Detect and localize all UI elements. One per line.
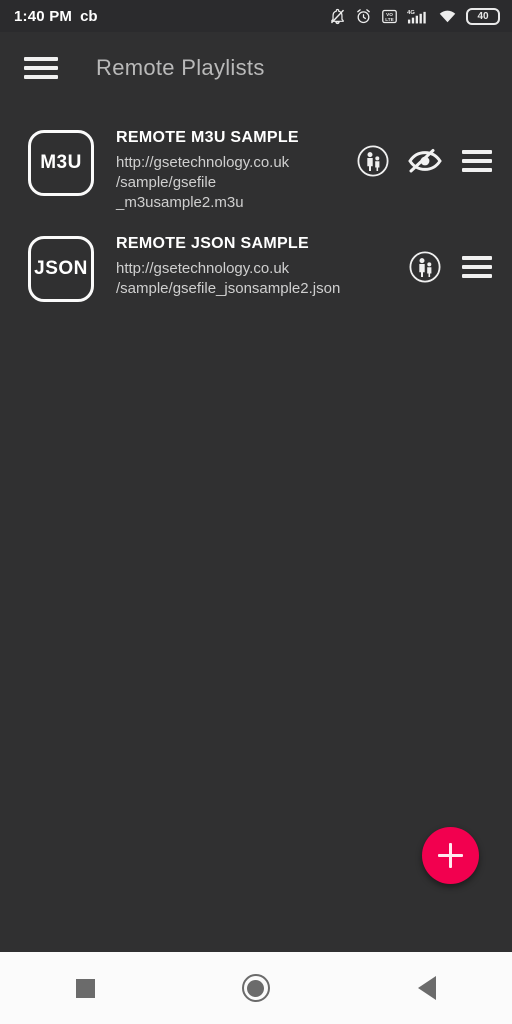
signal-4g-icon: 4G <box>407 8 429 25</box>
recents-square-icon[interactable] <box>50 963 120 1013</box>
status-bar-left: 1:40 PM cb <box>14 8 98 25</box>
row-menu-line-3 <box>462 168 492 172</box>
page-title: Remote Playlists <box>96 55 265 80</box>
eye-hidden-icon[interactable] <box>406 142 444 180</box>
status-clock: 1:40 PM <box>14 7 73 25</box>
android-navigation-bar <box>0 952 512 1024</box>
playlist-title: REMOTE JSON SAMPLE <box>116 235 309 253</box>
playlist-type-badge: M3U <box>28 130 94 196</box>
playlist-url: http://gsetechnology.co.uk /sample/gsefi… <box>116 260 341 298</box>
row-menu-icon[interactable] <box>458 248 496 286</box>
battery-icon: 40 <box>466 7 500 25</box>
row-menu-line-3 <box>462 274 492 279</box>
plus-icon-vertical <box>449 843 452 868</box>
status-carrier-label: cb <box>80 7 98 25</box>
svg-text:VO: VO <box>386 11 393 16</box>
status-bar-right: VO LTE 4G 40 <box>329 7 500 25</box>
list-item[interactable]: M3U REMOTE M3U SAMPLE http://gsetechnolo… <box>0 116 512 222</box>
row-menu-line-2 <box>462 159 492 163</box>
hamburger-line-1 <box>24 57 58 61</box>
row-menu-line-1 <box>462 256 492 261</box>
alarm-clock-icon <box>355 8 372 25</box>
playlist-url: http://gsetechnology.co.uk /sample/gsefi… <box>116 154 290 211</box>
hamburger-line-3 <box>24 75 58 79</box>
playlist-list: M3U REMOTE M3U SAMPLE http://gsetechnolo… <box>0 104 512 320</box>
playlist-type-badge: JSON <box>28 236 94 303</box>
row-menu-icon[interactable] <box>458 142 496 180</box>
list-item[interactable]: JSON REMOTE JSON SAMPLE http://gsetechno… <box>0 222 512 320</box>
hamburger-line-2 <box>24 66 58 70</box>
back-triangle-shape <box>417 976 436 1000</box>
playlist-text-block: REMOTE JSON SAMPLE http://gsetechnology.… <box>94 232 406 299</box>
row-menu-line-2 <box>462 265 492 270</box>
bell-muted-icon <box>329 8 346 25</box>
status-bar: 1:40 PM cb VO LTE 4G 40 <box>0 0 512 32</box>
playlist-text-block: REMOTE M3U SAMPLE http://gsetechnology.c… <box>94 126 354 212</box>
row-menu-line-1 <box>462 150 492 154</box>
volte-icon: VO LTE <box>381 8 398 25</box>
svg-text:4G: 4G <box>407 10 415 16</box>
app-screen: 1:40 PM cb VO LTE 4G 40 Remote Playlists… <box>0 0 512 1024</box>
row-menu-lines <box>462 149 492 173</box>
parental-control-icon[interactable] <box>354 142 392 180</box>
battery-level-text: 40 <box>477 10 489 22</box>
row-menu-lines <box>462 255 492 279</box>
add-playlist-button[interactable] <box>422 827 479 884</box>
wifi-icon <box>438 8 457 25</box>
home-circle-shape <box>241 974 270 1002</box>
playlist-actions <box>354 126 496 180</box>
parental-control-icon[interactable] <box>406 248 444 286</box>
playlist-title: REMOTE M3U SAMPLE <box>116 129 299 146</box>
hamburger-menu-icon[interactable] <box>24 53 58 83</box>
svg-text:LTE: LTE <box>385 16 393 21</box>
recents-square-shape <box>75 978 95 998</box>
app-bar: Remote Playlists <box>0 32 512 104</box>
home-circle-inner <box>247 979 265 997</box>
home-circle-icon[interactable] <box>221 963 291 1013</box>
back-triangle-icon[interactable] <box>392 963 462 1013</box>
playlist-actions <box>406 232 496 286</box>
